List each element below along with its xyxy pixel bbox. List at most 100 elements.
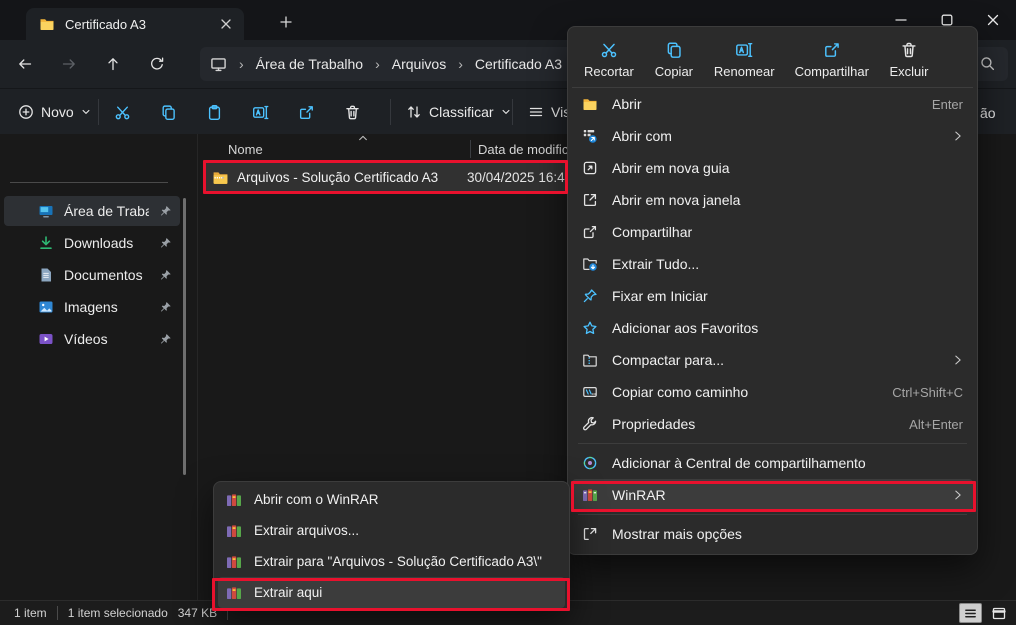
chevron-right-icon: ›: [452, 56, 469, 72]
tab-title: Certificado A3: [65, 17, 204, 32]
winrar-icon: [226, 523, 242, 539]
sidebar-item-area-de-trabalho[interactable]: Área de Trabalho: [4, 196, 180, 226]
chevron-right-icon: [953, 354, 963, 366]
share-button[interactable]: [288, 95, 324, 129]
breadcrumb-certificado-a3[interactable]: Certificado A3: [475, 56, 562, 72]
quick-action-recortar[interactable]: Recortar: [582, 39, 636, 81]
paste-button[interactable]: [196, 95, 232, 129]
pane-splitter[interactable]: [197, 134, 198, 600]
breadcrumb-area-de-trabalho[interactable]: Área de Trabalho: [256, 56, 363, 72]
refresh-button[interactable]: [140, 47, 174, 81]
menu-item-fixar-iniciar[interactable]: Fixar em Iniciar: [572, 280, 973, 312]
pin-icon: [159, 269, 172, 282]
sidebar-item-label: Documentos: [64, 267, 149, 283]
folder-icon: [39, 16, 55, 32]
context-menu: Recortar Copiar Renomear Compartilhar: [567, 26, 978, 555]
menu-item-abrir-nova-janela[interactable]: Abrir em nova janela: [572, 184, 973, 216]
rename-button[interactable]: [242, 95, 278, 129]
menu-item-abrir-nova-guia[interactable]: Abrir em nova guia: [572, 152, 973, 184]
up-button[interactable]: [96, 47, 130, 81]
pin-icon: [159, 205, 172, 218]
tab-close-icon[interactable]: [214, 12, 238, 36]
sidebar-item-documentos[interactable]: Documentos: [4, 260, 180, 290]
breadcrumb-arquivos[interactable]: Arquivos: [392, 56, 446, 72]
pin-icon: [159, 301, 172, 314]
sidebar-item-label: Downloads: [64, 235, 149, 251]
pin-icon: [582, 288, 598, 304]
compress-zip-icon: [582, 352, 598, 368]
chevron-right-icon: ›: [233, 56, 250, 72]
sidebar-item-videos[interactable]: Vídeos: [4, 324, 180, 354]
sidebar-item-label: Área de Trabalho: [64, 203, 149, 219]
delete-button[interactable]: [334, 95, 370, 129]
cut-button[interactable]: [104, 95, 140, 129]
menu-separator: [578, 443, 967, 444]
annotation-box-winrar-item: [571, 481, 976, 512]
rename-icon: [735, 41, 753, 59]
menu-item-central-compartilhamento[interactable]: Adicionar à Central de compartilhamento: [572, 447, 973, 479]
downloads-icon: [38, 235, 54, 251]
videos-icon: [38, 331, 54, 347]
chevron-right-icon: ›: [369, 56, 386, 72]
search-icon: [979, 55, 996, 72]
shortcut-label: Ctrl+Shift+C: [892, 385, 963, 400]
new-button[interactable]: Novo: [10, 98, 99, 126]
quick-action-copiar[interactable]: Copiar: [652, 39, 696, 81]
menu-item-propriedades[interactable]: Propriedades Alt+Enter: [572, 408, 973, 440]
menu-item-extrair-tudo[interactable]: Extrair Tudo...: [572, 248, 973, 280]
menu-item-mostrar-mais-opcoes[interactable]: Mostrar mais opções: [572, 518, 973, 550]
submenu-item-extrair-para[interactable]: Extrair para "Arquivos - Solução Certifi…: [218, 546, 565, 577]
sidebar-item-downloads[interactable]: Downloads: [4, 228, 180, 258]
item-count: 1 item: [14, 606, 47, 620]
copy-button[interactable]: [150, 95, 186, 129]
new-tab-icon: [582, 160, 598, 176]
copy-icon: [665, 41, 683, 59]
menu-item-compartilhar[interactable]: Compartilhar: [572, 216, 973, 248]
copy-path-icon: [582, 384, 598, 400]
tab-certificado-a3[interactable]: Certificado A3: [26, 8, 244, 40]
new-window-icon: [582, 192, 598, 208]
selection-count: 1 item selecionado: [68, 606, 168, 620]
thumbnails-view-button[interactable]: [987, 603, 1010, 623]
shortcut-label: Enter: [932, 97, 963, 112]
sidebar-scrollbar[interactable]: [183, 198, 186, 475]
back-button[interactable]: [8, 47, 42, 81]
monitor-icon: [210, 56, 227, 73]
winrar-icon: [226, 554, 242, 570]
new-tab-button[interactable]: [272, 12, 300, 32]
submenu-item-extrair-arquivos[interactable]: Extrair arquivos...: [218, 515, 565, 546]
pin-icon: [159, 333, 172, 346]
forward-button[interactable]: [52, 47, 86, 81]
column-header-nome[interactable]: Nome: [228, 138, 263, 160]
quick-action-renomear[interactable]: Renomear: [712, 39, 777, 81]
folder-icon: [582, 96, 598, 112]
extract-all-icon: [582, 256, 598, 272]
view-list-icon: [528, 104, 544, 120]
menu-item-copiar-como-caminho[interactable]: Copiar como caminho Ctrl+Shift+C: [572, 376, 973, 408]
toolbar-label-fragment: ão: [980, 105, 996, 121]
menu-item-abrir-com[interactable]: Abrir com: [572, 120, 973, 152]
details-view-button[interactable]: [959, 603, 982, 623]
sort-icon: [406, 104, 422, 120]
quick-actions-row: Recortar Copiar Renomear Compartilhar: [572, 31, 973, 88]
column-divider[interactable]: [470, 140, 471, 158]
open-with-icon: [582, 128, 598, 144]
sort-button-label: Classificar: [429, 104, 494, 120]
menu-item-adicionar-favoritos[interactable]: Adicionar aos Favoritos: [572, 312, 973, 344]
sort-button[interactable]: Classificar: [398, 98, 519, 126]
submenu-item-abrir-com-winrar[interactable]: Abrir com o WinRAR: [218, 484, 565, 515]
quick-action-compartilhar[interactable]: Compartilhar: [793, 39, 871, 81]
quick-action-excluir[interactable]: Excluir: [887, 39, 931, 81]
desktop-icon: [38, 203, 54, 219]
pin-icon: [159, 237, 172, 250]
menu-item-compactar-para[interactable]: Compactar para...: [572, 344, 973, 376]
images-icon: [38, 299, 54, 315]
sidebar: Área de Trabalho Downloads Documentos: [0, 134, 196, 600]
sidebar-item-imagens[interactable]: Imagens: [4, 292, 180, 322]
menu-item-abrir[interactable]: Abrir Enter: [572, 88, 973, 120]
wrench-icon: [582, 416, 598, 432]
star-icon: [582, 320, 598, 336]
chevron-down-icon: [81, 107, 91, 117]
sidebar-item-label: Vídeos: [64, 331, 149, 347]
cut-icon: [600, 41, 618, 59]
